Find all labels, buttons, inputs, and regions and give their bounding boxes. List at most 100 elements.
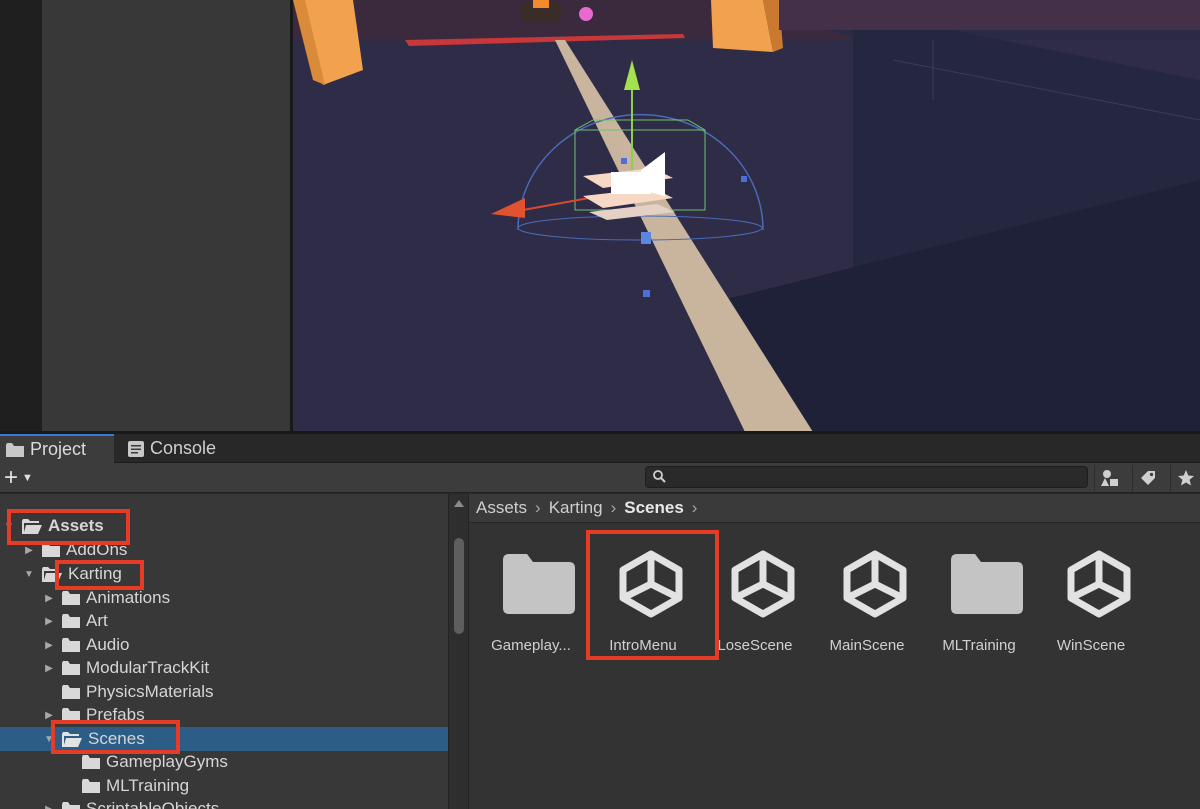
asset-item[interactable]: MLTraining: [927, 546, 1031, 656]
favorites-star-icon[interactable]: [1170, 465, 1200, 491]
folder-icon: [82, 755, 100, 769]
tree-item-assets[interactable]: ▼ Assets: [0, 514, 448, 538]
breadcrumb-item[interactable]: Karting: [549, 498, 603, 518]
tree-item-label: Prefabs: [86, 705, 145, 724]
chevron-right-icon: ›: [535, 498, 541, 517]
tree-item-animations[interactable]: ▶ Animations: [0, 586, 448, 610]
chevron-right-icon: ›: [610, 498, 617, 517]
tree-item-audio[interactable]: ▶ Audio: [0, 633, 448, 657]
tab-project[interactable]: Project: [0, 434, 114, 463]
collapsed-arrow-icon[interactable]: ▶: [42, 593, 56, 604]
console-icon: [128, 440, 144, 457]
tree-item-label: ModularTrackKit: [86, 658, 210, 677]
unity-scene-icon: [723, 546, 803, 622]
project-folder-tree: ▼ Assets ▶ AddOns ▼ Karting ▶ Animations…: [0, 494, 448, 809]
tree-item-gameplaygyms[interactable]: GameplayGyms: [0, 750, 448, 774]
asset-label: Gameplay...: [491, 637, 571, 654]
unity-scene-icon: [835, 546, 915, 622]
tab-label: Console: [150, 438, 217, 458]
tree-item-label: Karting: [68, 564, 122, 583]
asset-item[interactable]: LoseScene: [703, 546, 807, 656]
breadcrumb: Assets › Karting › Scenes ›: [469, 494, 1200, 523]
tree-item-label: MLTraining: [106, 776, 190, 795]
open-folder-icon: [22, 518, 42, 534]
tab-console[interactable]: Console: [124, 434, 244, 463]
create-button[interactable]: + ▼: [4, 464, 46, 491]
breadcrumb-current[interactable]: Scenes: [624, 498, 684, 518]
tree-scrollbar[interactable]: [448, 494, 468, 809]
tree-item-label: GameplayGyms: [106, 752, 228, 771]
tree-item-modulartrackkit[interactable]: ▶ ModularTrackKit: [0, 656, 448, 680]
folder-icon: [42, 543, 60, 557]
tree-item-label: AddOns: [66, 540, 128, 559]
scene-viewport-render[interactable]: [293, 0, 1200, 432]
search-input[interactable]: [645, 466, 1088, 488]
collapsed-arrow-icon[interactable]: ▶: [42, 616, 56, 627]
bottom-panel-tabbar: Project Console: [0, 434, 1200, 463]
tree-item-karting[interactable]: ▼ Karting: [0, 562, 448, 586]
asset-item[interactable]: WinScene: [1039, 546, 1143, 656]
left-dock-panel: [0, 0, 42, 432]
asset-label: LoseScene: [717, 637, 793, 654]
collapsed-arrow-icon[interactable]: ▶: [42, 710, 56, 721]
expand-arrow-icon[interactable]: ▼: [2, 521, 16, 532]
tree-item-addons[interactable]: ▶ AddOns: [0, 538, 448, 562]
label-filter-icon[interactable]: [1132, 465, 1162, 491]
tree-item-prefabs[interactable]: ▶ Prefabs: [0, 703, 448, 727]
tree-item-physicsmaterials[interactable]: PhysicsMaterials: [0, 680, 448, 704]
dropdown-arrow-icon: ▼: [22, 472, 33, 484]
tree-item-label: Art: [86, 611, 108, 630]
search-icon: [652, 469, 666, 488]
folder-icon: [62, 708, 80, 722]
asset-label: MLTraining: [942, 637, 1016, 654]
tree-item-art[interactable]: ▶ Art: [0, 609, 448, 633]
expand-arrow-icon[interactable]: ▼: [42, 734, 56, 745]
collapsed-arrow-icon[interactable]: ▶: [22, 545, 36, 556]
asset-item[interactable]: Gameplay...: [479, 546, 583, 656]
unity-editor: Project Console + ▼ ▼ Assets ▶ AddOns ▼ …: [0, 0, 1200, 809]
tree-item-label: Assets: [48, 516, 104, 535]
plus-icon: +: [4, 464, 19, 491]
open-folder-icon: [62, 731, 82, 747]
asset-type-filter-icon[interactable]: [1094, 465, 1124, 491]
folder-icon: [62, 661, 80, 675]
unity-scene-icon: [611, 546, 691, 622]
scrollbar-thumb[interactable]: [454, 538, 464, 634]
folder-icon: [62, 591, 80, 605]
hierarchy-panel: [42, 0, 290, 432]
scene-view[interactable]: [293, 0, 1200, 432]
tree-item-scenes[interactable]: ▼ Scenes: [0, 727, 448, 751]
folder-icon: [499, 546, 579, 622]
collapsed-arrow-icon[interactable]: ▶: [42, 804, 56, 809]
folder-icon: [82, 779, 100, 793]
folder-icon: [6, 442, 24, 457]
tree-item-label: ScriptableObjects: [86, 799, 220, 809]
breadcrumb-item[interactable]: Assets: [476, 498, 527, 518]
asset-item[interactable]: IntroMenu: [591, 546, 695, 656]
tree-item-label: PhysicsMaterials: [86, 682, 214, 701]
scroll-up-arrow-icon[interactable]: [454, 500, 464, 507]
collapsed-arrow-icon[interactable]: ▶: [42, 663, 56, 674]
asset-browser: Assets › Karting › Scenes › Gameplay... …: [468, 494, 1200, 809]
folder-icon: [62, 802, 80, 809]
expand-arrow-icon[interactable]: ▼: [22, 569, 36, 580]
unity-scene-icon: [1059, 546, 1139, 622]
folder-icon: [62, 614, 80, 628]
chevron-right-icon: ›: [691, 498, 698, 517]
asset-label: MainScene: [829, 637, 905, 654]
collapsed-arrow-icon[interactable]: ▶: [42, 640, 56, 651]
tree-item-mltraining[interactable]: MLTraining: [0, 774, 448, 798]
tree-item-scriptableobjects[interactable]: ▶ ScriptableObjects: [0, 797, 448, 809]
asset-label: WinScene: [1056, 637, 1126, 654]
project-toolbar: + ▼: [0, 463, 1200, 493]
folder-icon: [62, 685, 80, 699]
tree-item-label: Scenes: [88, 729, 145, 748]
tab-label: Project: [30, 439, 87, 459]
folder-icon: [62, 638, 80, 652]
open-folder-icon: [42, 566, 62, 582]
tree-item-label: Animations: [86, 588, 171, 607]
asset-label: IntroMenu: [609, 637, 677, 654]
folder-icon: [947, 546, 1027, 622]
tree-item-label: Audio: [86, 635, 130, 654]
asset-item[interactable]: MainScene: [815, 546, 919, 656]
